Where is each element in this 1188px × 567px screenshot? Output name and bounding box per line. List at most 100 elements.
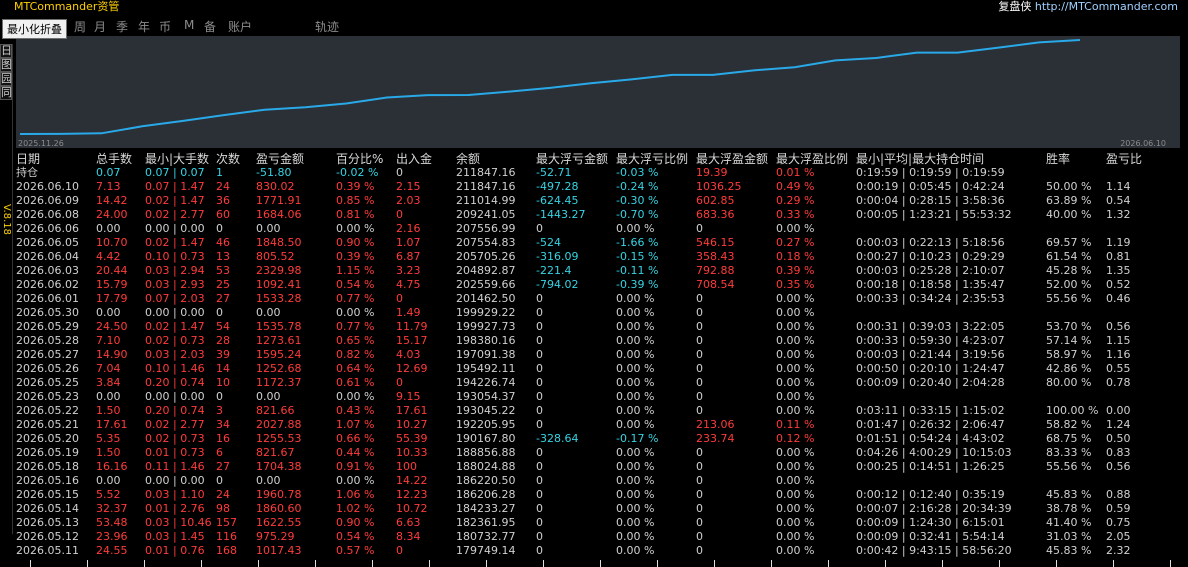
- time-axis-tick: [201, 560, 202, 567]
- cell-total-lots: 1.50: [96, 404, 121, 417]
- cell-date: 2026.05.19: [16, 446, 79, 459]
- cell-total-lots: 53.48: [96, 516, 128, 529]
- time-axis-tick: [1056, 560, 1057, 567]
- time-axis-tick: [372, 560, 373, 567]
- cell-balance: 194226.74: [456, 376, 516, 389]
- cell-pl-ratio: 0.88: [1106, 488, 1131, 501]
- cell-date: 2026.05.12: [16, 530, 79, 543]
- cell-count: 53: [216, 264, 230, 277]
- cell-count: 27: [216, 460, 230, 473]
- left-tab-chart[interactable]: 图: [0, 58, 12, 72]
- cell-balance: 199927.73: [456, 320, 516, 333]
- table-row: 2026.05.25 3.84 0.20 | 0.74 10 1172.37 0.61 %…: [16, 376, 1182, 390]
- cell-max-float-loss-pct: 0.00 %: [616, 306, 655, 319]
- cell-date: 2026.05.18: [16, 460, 79, 473]
- header-max-float-profit: 最大浮盈金额: [696, 152, 769, 166]
- cell-win-rate: 41.40 %: [1046, 516, 1092, 529]
- cell-total-lots: 0.00: [96, 474, 121, 487]
- cell-win-rate: 57.14 %: [1046, 334, 1092, 347]
- cell-total-lots: 5.35: [96, 432, 121, 445]
- app-title: MTCommander资管: [14, 0, 120, 13]
- brand-link[interactable]: 复盘侠 http://MTCommander.com: [998, 0, 1178, 14]
- brand-url[interactable]: http://MTCommander.com: [1035, 0, 1178, 13]
- cell-pnl: 0.00: [256, 474, 281, 487]
- cell-date: 2026.06.04: [16, 250, 79, 263]
- tab-currency[interactable]: 币: [159, 18, 171, 35]
- cell-min-max-lots: 0.07 | 1.47: [145, 180, 205, 193]
- cell-percent: 0.39 %: [336, 180, 375, 193]
- cell-max-float-profit-pct: 0.33 %: [776, 208, 815, 221]
- cell-min-max-lots: 0.02 | 2.77: [145, 208, 205, 221]
- cell-pl-ratio: 0.56: [1106, 320, 1131, 333]
- cell-hold-time: 0:00:50 | 0:20:10 | 1:24:47: [856, 362, 1005, 375]
- header-hold-time: 最小|平均|最大持仓时间: [856, 152, 985, 166]
- cell-win-rate: 45.83 %: [1046, 488, 1092, 501]
- cell-pl-ratio: 0.54: [1106, 194, 1131, 207]
- tab-year[interactable]: 年: [138, 18, 150, 35]
- cell-count: 10: [216, 376, 230, 389]
- cell-min-max-lots: 0.03 | 2.03: [145, 348, 205, 361]
- table-row: 2026.05.27 14.90 0.03 | 2.03 39 1595.24 0.82 …: [16, 348, 1182, 362]
- cell-win-rate: 58.82 %: [1046, 418, 1092, 431]
- header-win-rate: 胜率: [1046, 152, 1071, 166]
- time-axis-tick: [543, 560, 544, 567]
- cell-percent: 0.61 %: [336, 376, 375, 389]
- tab-month[interactable]: 月: [94, 18, 106, 35]
- cell-total-lots: 0.00: [96, 306, 121, 319]
- cell-max-float-loss: -524: [536, 236, 561, 249]
- cell-date: 2026.05.28: [16, 334, 79, 347]
- cell-max-float-profit: 358.43: [696, 250, 735, 263]
- cell-max-float-loss-pct: -0.30 %: [616, 194, 659, 207]
- cell-total-lots: 24.50: [96, 320, 128, 333]
- tab-week[interactable]: 周: [74, 18, 86, 35]
- cell-pnl: 1017.43: [256, 544, 302, 557]
- cell-hold-time: 0:00:05 | 1:23:21 | 55:53:32: [856, 208, 1012, 221]
- cell-max-float-profit-pct: 0.00 %: [776, 334, 815, 347]
- cell-hold-time: 0:00:25 | 0:14:51 | 1:26:25: [856, 460, 1005, 473]
- cell-max-float-loss-pct: -0.15 %: [616, 250, 659, 263]
- cell-total-lots: 1.50: [96, 446, 121, 459]
- cell-count: 157: [216, 516, 237, 529]
- cell-percent: 1.06 %: [336, 488, 375, 501]
- tab-trajectory[interactable]: 轨迹: [315, 18, 339, 35]
- cell-win-rate: 38.78 %: [1046, 502, 1092, 515]
- cell-balance: 201462.50: [456, 292, 516, 305]
- cell-max-float-profit: 213.06: [696, 418, 735, 431]
- cell-percent: 1.15 %: [336, 264, 375, 277]
- daily-stats-table: 日期 总手数 最小|大手数 次数 盈亏金额 百分比% 出入金 余额 最大浮亏金额 最大浮亏比例 最大…: [16, 152, 1182, 558]
- version-label: V.8.18: [1, 204, 12, 235]
- cell-max-float-loss-pct: -0.39 %: [616, 278, 659, 291]
- cell-count: 168: [216, 544, 237, 557]
- cell-max-float-loss: 0: [536, 320, 543, 333]
- table-header: 日期 总手数 最小|大手数 次数 盈亏金额 百分比% 出入金 余额 最大浮亏金额 最大浮亏比例 最大…: [16, 152, 1182, 166]
- cell-date: 2026.06.06: [16, 222, 79, 235]
- cell-max-float-profit-pct: 0.27 %: [776, 236, 815, 249]
- cell-count: 28: [216, 334, 230, 347]
- cell-max-float-profit: 0: [696, 334, 703, 347]
- tab-account[interactable]: 账户: [228, 18, 252, 35]
- cell-win-rate: 50.00 %: [1046, 180, 1092, 193]
- cell-pl-ratio: 0.75: [1106, 516, 1131, 529]
- left-tab-same[interactable]: 同: [0, 86, 12, 100]
- cell-max-float-profit: 233.74: [696, 432, 735, 445]
- tab-backup[interactable]: 备: [204, 18, 216, 35]
- cell-pnl: 0.00: [256, 390, 281, 403]
- time-axis-tick: [828, 560, 829, 567]
- cell-hold-time: 0:04:26 | 4:00:29 | 10:15:03: [856, 446, 1012, 459]
- cell-balance: 180732.77: [456, 530, 516, 543]
- cell-count: 46: [216, 236, 230, 249]
- tab-quarter[interactable]: 季: [116, 18, 128, 35]
- brand-prefix: 复盘侠: [998, 0, 1032, 13]
- cell-date: 2026.05.14: [16, 502, 79, 515]
- cell-total-lots: 20.44: [96, 264, 128, 277]
- cell-date: 2026.06.02: [16, 278, 79, 291]
- tab-m[interactable]: M: [184, 18, 194, 32]
- cell-max-float-loss-pct: 0.00 %: [616, 502, 655, 515]
- cell-max-float-profit: 708.54: [696, 278, 735, 291]
- cell-date: 2026.05.15: [16, 488, 79, 501]
- time-axis-tick: [429, 560, 430, 567]
- cell-min-max-lots: 0.00 | 0.00: [145, 390, 205, 403]
- left-tab-day[interactable]: 日: [0, 44, 12, 58]
- holding-pnl: -51.80: [256, 166, 292, 179]
- left-tab-circle[interactable]: 园: [0, 72, 12, 86]
